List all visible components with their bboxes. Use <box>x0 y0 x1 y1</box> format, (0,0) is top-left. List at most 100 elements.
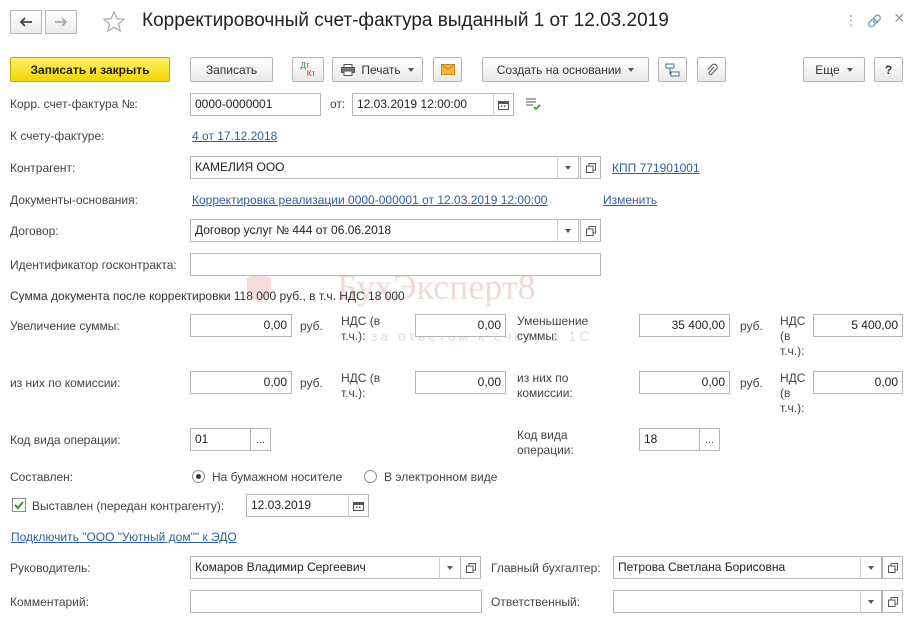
email-button[interactable] <box>433 57 462 82</box>
edo-connect-link[interactable]: Подключить "ООО "Уютный дом"" к ЭДО <box>11 530 237 544</box>
star-icon <box>102 10 126 33</box>
open-window-icon <box>585 162 596 173</box>
commission-label: из них по комиссии: <box>10 376 121 390</box>
corr-invoice-number-input[interactable]: 0000-0000001 <box>190 93 321 116</box>
counterparty-input[interactable]: КАМЕЛИЯ ООО <box>190 156 579 179</box>
print-label: Печать <box>361 62 401 77</box>
counterparty-open-button[interactable] <box>580 156 601 179</box>
responsible-input[interactable] <box>613 590 882 613</box>
decrease-sum-input[interactable]: 35 400,00 <box>639 314 730 337</box>
decrease-rub-label: руб. <box>740 319 763 333</box>
dt-kt-button[interactable]: Дт Кт <box>292 57 324 82</box>
link-icon[interactable]: 🔗 <box>867 14 882 28</box>
contract-dropdown[interactable] <box>557 219 577 242</box>
print-button[interactable]: Печать <box>332 57 423 82</box>
head-dropdown[interactable] <box>439 556 459 579</box>
back-button[interactable] <box>10 10 42 34</box>
open-window-icon <box>585 225 596 236</box>
commission-increase-rub-label: руб. <box>300 376 323 390</box>
issued-label: Выставлен (передан контрагенту): <box>32 499 225 513</box>
commission-increase-input[interactable]: 0,00 <box>190 371 292 394</box>
kpp-link[interactable]: КПП 771901001 <box>612 161 700 175</box>
chevron-down-icon <box>867 599 874 604</box>
document-sum-text: Сумма документа после корректировки 118 … <box>10 289 405 303</box>
decrease-vat-label: НДС (в т.ч.): <box>780 314 806 358</box>
more-button[interactable]: Еще <box>803 57 865 82</box>
decrease-vat-input[interactable]: 5 400,00 <box>813 314 903 337</box>
chevron-down-icon <box>564 228 571 233</box>
compiled-label: Составлен: <box>10 470 74 484</box>
chief-accountant-input[interactable]: Петрова Светлана Борисовна <box>613 556 882 579</box>
responsible-dropdown[interactable] <box>860 590 880 613</box>
op-code-left-select-button[interactable]: ... <box>250 428 271 451</box>
favorite-star-button[interactable] <box>102 10 126 37</box>
increase-sum-label: Увеличение суммы: <box>10 319 120 333</box>
comment-input[interactable] <box>190 590 482 613</box>
more-actions-icon[interactable]: ⋮ <box>844 12 858 29</box>
base-docs-link[interactable]: Корректировка реализации 0000-000001 от … <box>192 193 547 207</box>
save-and-close-button[interactable]: Записать и закрыть <box>10 57 170 82</box>
checkmark-icon <box>14 501 24 510</box>
electronic-radio[interactable] <box>364 470 377 483</box>
forward-button[interactable] <box>45 10 77 34</box>
corr-invoice-label: Корр. счет-фактура №: <box>10 97 138 111</box>
kt-label: Кт <box>306 68 316 78</box>
paper-option-label[interactable]: На бумажном носителе <box>212 470 342 485</box>
commission-decrease-input[interactable]: 0,00 <box>639 371 730 394</box>
increase-vat-label: НДС (в т.ч.): <box>341 314 381 343</box>
issued-checkbox[interactable] <box>12 498 26 512</box>
change-link[interactable]: Изменить <box>603 193 657 207</box>
create-based-on-button[interactable]: Создать на основании <box>482 57 649 82</box>
head-label: Руководитель: <box>10 561 91 575</box>
create-based-on-label: Создать на основании <box>496 62 622 77</box>
page-title: Корректировочный счет-фактура выданный 1… <box>142 10 669 31</box>
gov-contract-input[interactable] <box>190 253 601 276</box>
open-window-icon <box>887 596 898 607</box>
op-code-right-input[interactable]: 18 <box>639 428 700 451</box>
responsible-open-button[interactable] <box>882 590 903 613</box>
commission-decrease-rub-label: руб. <box>740 376 763 390</box>
counterparty-label: Контрагент: <box>10 161 76 175</box>
contract-open-button[interactable] <box>580 219 601 242</box>
contract-input[interactable]: Договор услуг № 444 от 06.06.2018 <box>190 219 579 242</box>
arrow-right-icon <box>55 17 68 27</box>
close-icon[interactable]: × <box>894 8 905 29</box>
increase-sum-input[interactable]: 0,00 <box>190 314 292 337</box>
date-input[interactable]: 12.03.2019 12:00:00 <box>352 93 514 116</box>
help-button[interactable]: ? <box>874 57 903 82</box>
op-code-right-select-button[interactable]: ... <box>699 428 720 451</box>
commission-increase-vat-label: НДС (в т.ч.): <box>341 371 381 400</box>
arrow-left-icon <box>19 17 32 27</box>
chevron-down-icon <box>564 165 571 170</box>
chief-accountant-open-button[interactable] <box>882 556 903 579</box>
base-docs-label: Документы-основания: <box>10 193 138 207</box>
to-invoice-link[interactable]: 4 от 17.12.2018 <box>192 129 277 143</box>
to-invoice-label: К счету-фактуре: <box>10 129 105 143</box>
electronic-option-label[interactable]: В электронном виде <box>384 470 497 485</box>
increase-vat-input[interactable]: 0,00 <box>415 314 506 337</box>
head-input[interactable]: Комаров Владимир Сергеевич <box>190 556 461 579</box>
structure-button[interactable] <box>658 57 687 82</box>
gov-contract-label: Идентификатор госконтракта: <box>10 258 177 272</box>
open-window-icon <box>465 562 476 573</box>
more-label: Еще <box>815 62 840 77</box>
counterparty-dropdown[interactable] <box>557 156 577 179</box>
comment-label: Комментарий: <box>10 595 89 609</box>
document-check-icon <box>526 98 541 111</box>
save-button[interactable]: Записать <box>190 57 273 82</box>
status-icon[interactable] <box>525 97 541 114</box>
calendar-icon <box>498 100 509 110</box>
date-calendar-button[interactable] <box>493 93 513 116</box>
chief-accountant-dropdown[interactable] <box>860 556 880 579</box>
commission-decrease-label: из них по комиссии: <box>517 371 573 400</box>
responsible-label: Ответственный: <box>491 595 581 609</box>
op-code-left-input[interactable]: 01 <box>190 428 251 451</box>
contract-label: Договор: <box>10 224 59 238</box>
decrease-sum-label: Уменьшение суммы: <box>517 314 589 343</box>
issued-date-calendar-button[interactable] <box>348 494 368 517</box>
head-open-button[interactable] <box>460 556 481 579</box>
commission-decrease-vat-input[interactable]: 0,00 <box>813 371 903 394</box>
attachments-button[interactable] <box>697 57 726 82</box>
commission-increase-vat-input[interactable]: 0,00 <box>415 371 506 394</box>
paper-radio[interactable] <box>192 470 205 483</box>
